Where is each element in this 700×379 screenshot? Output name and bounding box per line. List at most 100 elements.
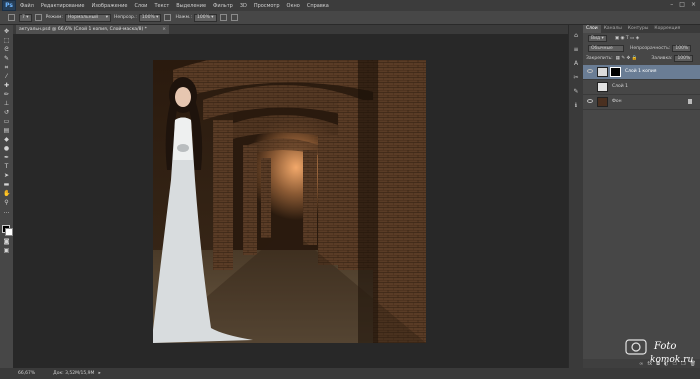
blur-tool-icon[interactable]: ◆ [3, 137, 10, 143]
blend-mode-select[interactable]: Обычные [588, 44, 624, 52]
history-brush-tool-icon[interactable]: ↺ [3, 110, 10, 116]
filter-icons[interactable]: ▣ ◉ T ▭ ◈ [615, 36, 639, 41]
flow-input[interactable]: 100% ▾ [193, 13, 217, 22]
chevron-down-icon: ▾ [105, 15, 108, 20]
zoom-level[interactable]: 66,67% [18, 371, 35, 376]
opacity-input[interactable]: 100% ▾ [138, 13, 162, 22]
tab-paths[interactable]: Контуры [625, 25, 652, 33]
panel-tabs: Слои Каналы Контуры Коррекция [583, 25, 700, 33]
menu-layers[interactable]: Слои [134, 3, 147, 9]
history-panel-icon[interactable]: ⌂ [573, 33, 579, 39]
menu-file[interactable]: Файл [20, 3, 34, 9]
layer-opacity-value: 100% [675, 45, 689, 51]
menu-select[interactable]: Выделение [176, 3, 206, 9]
brush-size-picker[interactable]: 7 ▾ [19, 13, 32, 22]
menu-edit[interactable]: Редактирование [41, 3, 85, 9]
visibility-eye-icon[interactable] [587, 99, 593, 103]
watermark-logo: Foto komok.ru [624, 336, 696, 366]
brush-panel-toggle-icon[interactable] [34, 14, 42, 21]
layer-row-1-copy[interactable]: Слой 1 копия [583, 65, 700, 80]
layer-row-1[interactable]: Слой 1 [583, 80, 700, 95]
hand-tool-icon[interactable]: ✋ [3, 191, 10, 197]
tab-channels[interactable]: Каналы [601, 25, 625, 33]
more-tools-icon[interactable]: … [3, 209, 10, 215]
shape-tool-icon[interactable]: ▬ [3, 182, 10, 188]
brush-panel-icon[interactable]: ✎ [573, 89, 579, 95]
layer-thumbnail [597, 97, 608, 107]
lock-label: Закрепить: [586, 55, 613, 61]
layer-kind-filter[interactable]: Вид ▾ [588, 34, 607, 42]
fill-label: Заливка: [651, 55, 673, 61]
tab-adjustments[interactable]: Коррекция [651, 25, 683, 33]
pen-tool-icon[interactable]: ✒ [3, 155, 10, 161]
minimize-button[interactable]: – [670, 1, 673, 8]
airbrush-icon[interactable] [219, 14, 227, 21]
status-bar: 66,67% Док: 3,52M/15,9M ▸ [0, 368, 700, 379]
document-tab[interactable]: актуальн.psd @ 66,6% (Слой 1 копия, Слой… [16, 25, 169, 34]
watermark-line1: Foto [653, 341, 676, 352]
menu-3d[interactable]: 3D [240, 3, 247, 9]
lock-icons[interactable]: ▦ ✎ ✥ 🔒 [616, 56, 638, 61]
layer-row-background[interactable]: Фон [583, 95, 700, 110]
menu-filter[interactable]: Фильтр [213, 3, 233, 9]
properties-panel-icon[interactable]: ≡ [573, 47, 579, 53]
layer-thumbnail [597, 82, 608, 92]
character-panel-icon[interactable]: A [573, 61, 579, 67]
brush-preset-icon[interactable] [8, 14, 15, 21]
options-bar: 7 ▾ Режим: Нормальный ▾ Непрозр.: 100% ▾ … [0, 11, 700, 25]
menu-view[interactable]: Просмотр [254, 3, 280, 9]
opacity-label: Непрозр.: [113, 15, 137, 20]
eyedropper-tool-icon[interactable]: ⁄ [3, 74, 10, 80]
photoshop-logo: Ps [2, 0, 16, 11]
dodge-tool-icon[interactable]: ● [3, 146, 10, 152]
menu-image[interactable]: Изображение [91, 3, 127, 9]
path-select-tool-icon[interactable]: ➤ [3, 173, 10, 179]
screen-mode-icon[interactable]: ▣ [3, 248, 10, 254]
background-color-swatch[interactable] [5, 228, 13, 236]
marquee-tool-icon[interactable]: ⬚ [3, 38, 10, 44]
watermark-graphic: Foto komok.ru [625, 339, 693, 365]
clone-stamp-tool-icon[interactable]: ⊥ [3, 101, 10, 107]
layer-name: Слой 1 [612, 84, 628, 89]
fill-input[interactable]: 100% [674, 54, 694, 62]
lasso-tool-icon[interactable]: ᘓ [3, 47, 10, 53]
maximize-button[interactable]: □ [679, 1, 685, 8]
type-tool-icon[interactable]: T [3, 164, 10, 170]
pressure-opacity-icon[interactable] [164, 14, 172, 21]
quick-mask-icon[interactable]: ◙ [3, 239, 10, 245]
opacity-value: 100% [141, 15, 155, 20]
close-window-button[interactable]: × [691, 1, 696, 8]
pressure-size-icon[interactable] [230, 14, 238, 21]
lock-icon [688, 99, 692, 104]
menu-bar: Ps Файл Редактирование Изображение Слои … [0, 0, 700, 11]
document-tab-bar: актуальн.psd @ 66,6% (Слой 1 копия, Слой… [13, 25, 568, 34]
mode-select[interactable]: Нормальный ▾ [64, 13, 111, 22]
tools-preset-icon[interactable]: ✂ [573, 75, 579, 81]
brush-tool-icon[interactable]: ✏ [3, 92, 10, 98]
blend-mode-value: Обычные [591, 45, 613, 51]
menu-type[interactable]: Текст [154, 3, 169, 9]
layer-thumbnail [597, 67, 608, 77]
flow-label: Нажм.: [175, 15, 192, 20]
status-menu-arrow-icon[interactable]: ▸ [98, 371, 100, 376]
layer-opacity-input[interactable]: 100% [672, 44, 692, 52]
menu-window[interactable]: Окно [287, 3, 300, 9]
tab-layers[interactable]: Слои [583, 25, 601, 33]
crop-tool-icon[interactable]: ⌗ [3, 65, 10, 71]
layer-mask-thumbnail[interactable] [610, 67, 621, 77]
document-canvas[interactable] [153, 60, 426, 343]
visibility-off-icon[interactable] [587, 84, 593, 88]
healing-brush-tool-icon[interactable]: ✚ [3, 83, 10, 89]
document-tab-title: актуальн.psd @ 66,6% (Слой 1 копия, Слой… [19, 27, 147, 32]
layers-panel: Слои Каналы Контуры Коррекция Вид ▾ ▣ ◉ … [583, 25, 700, 368]
eraser-tool-icon[interactable]: ▭ [3, 119, 10, 125]
move-tool-icon[interactable]: ✥ [3, 29, 10, 35]
close-tab-button[interactable]: × [162, 25, 166, 34]
gradient-tool-icon[interactable]: ▤ [3, 128, 10, 134]
menu-help[interactable]: Справка [307, 3, 329, 9]
info-panel-icon[interactable]: ℹ [573, 103, 579, 109]
visibility-eye-icon[interactable] [587, 69, 593, 73]
brush-size-value: 7 [22, 15, 25, 20]
quick-select-tool-icon[interactable]: ✎ [3, 56, 10, 62]
zoom-tool-icon[interactable]: ⚲ [3, 200, 10, 206]
